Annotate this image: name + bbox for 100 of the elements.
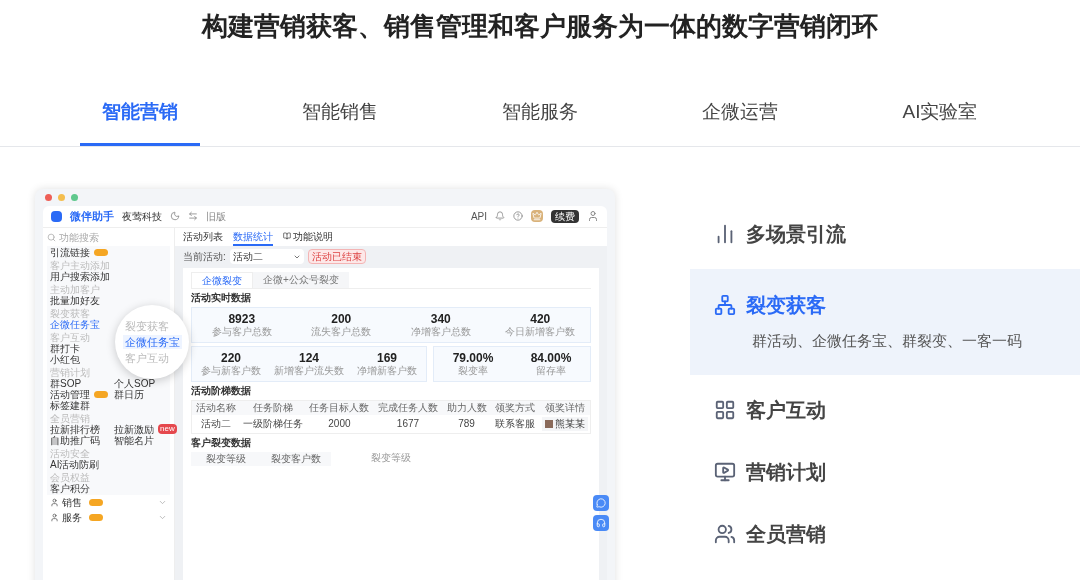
sidebar-item[interactable]: 客户积分 [50, 482, 90, 494]
stat-value: 200 [331, 311, 352, 326]
page-tab[interactable]: 活动列表 [183, 228, 223, 246]
sidebar-item[interactable]: 拉新排行榜 [50, 423, 100, 435]
feature-item[interactable]: 多场景引流 [690, 202, 1080, 265]
stat-label: 净增客户总数 [410, 325, 471, 338]
person-icon [50, 497, 59, 507]
feature-icon [714, 460, 736, 483]
feature-icon [714, 522, 736, 545]
stat-label: 净增新客户数 [357, 364, 417, 377]
logo-icon [51, 210, 62, 222]
page-tab[interactable]: 数据统计 [233, 228, 273, 246]
feature-item[interactable]: 裂变获客 群活动、企微任务宝、群裂变、一客一码 [690, 268, 1080, 375]
feature-icon [714, 398, 736, 421]
stat-label: 流失客户总数 [311, 325, 372, 338]
status-tag: 活动已结束 [307, 249, 366, 264]
table-cell-text: 2000 [327, 416, 352, 431]
sidebar-item[interactable]: 活动管理 [50, 388, 90, 400]
column-header: 完成任务人数 [373, 400, 443, 415]
table-cell-text: 联系客服 [494, 416, 537, 431]
sidebar-item[interactable]: 自助推广码 [50, 434, 100, 446]
help-icon[interactable] [513, 211, 523, 221]
zoomed-menu-label: 裂变获客 [124, 318, 170, 333]
group-header: 裂变获客 [50, 307, 90, 319]
stat-value: 84.00% [530, 350, 572, 365]
sidebar-item[interactable]: AI活动防刷 [50, 458, 100, 470]
section-tab[interactable]: 智能服务 [480, 98, 600, 146]
feature-item[interactable]: 客户互动 [690, 378, 1080, 441]
table-cell-text: 活动二 [200, 416, 233, 431]
column-header: 任务阶梯 [240, 400, 306, 415]
switch-icon [188, 211, 198, 221]
search-field[interactable]: 功能搜索 [59, 231, 129, 244]
feature-title: 营销计划 [746, 459, 826, 485]
winner-chip: 熊某某 [541, 416, 588, 431]
feature-item[interactable]: 营销计划 [690, 440, 1080, 503]
stat-label: 今日新增客户数 [505, 325, 576, 338]
sidebar-item[interactable]: 群SOP [50, 377, 82, 389]
sidebar-item[interactable]: 个人SOP [114, 377, 156, 389]
api-link[interactable]: API [470, 208, 487, 224]
section-tab[interactable]: AI实验室 [880, 98, 1000, 146]
sidebar-item[interactable]: 引流链接 [50, 246, 90, 258]
stat-value: 79.00% [452, 350, 494, 365]
stat-value: 220 [221, 350, 241, 365]
brand-name: 微伴助手 [70, 208, 114, 224]
table-cell-text: 一级阶梯任务 [241, 416, 304, 431]
table-cell-text: 1677 [395, 416, 421, 431]
column-header: 裂变等级 [191, 451, 261, 466]
page-tab[interactable]: 功能说明 [283, 228, 333, 246]
sidebar-item[interactable]: 智能名片 [114, 434, 154, 446]
sidebar-item[interactable]: 标签建群 [50, 399, 90, 411]
feature-item[interactable]: 全员营销 [690, 502, 1080, 565]
section-title: 活动阶梯数据 [191, 384, 252, 397]
sidebar-item[interactable]: 拉新激励 [114, 423, 154, 435]
renew-button[interactable]: 续费 [551, 209, 579, 223]
section-tab[interactable]: 企微运营 [680, 98, 800, 146]
column-header: 助力人数 [442, 400, 491, 415]
theme-icon[interactable] [170, 211, 180, 221]
stat-label: 裂变率 [458, 364, 488, 377]
column-header: 领奖方式 [490, 400, 540, 415]
stat-label: 参与客户总数 [211, 325, 272, 338]
column-header: 裂变客户数 [261, 451, 331, 466]
section-tab[interactable]: 智能营销 [80, 98, 200, 146]
table-cell-text: 789 [457, 416, 476, 431]
stat-label: 新增客户流失数 [274, 364, 344, 377]
company-name: 夜莺科技 [122, 209, 162, 224]
section-title: 客户裂变数据 [191, 436, 252, 449]
bell-icon[interactable] [495, 211, 505, 221]
stat-value: 124 [299, 350, 319, 365]
sidebar-item[interactable]: 群打卡 [50, 342, 80, 354]
old-version-link[interactable]: 旧版 [206, 208, 226, 224]
column-header: 领奖详情 [539, 400, 590, 415]
stat-value: 8923 [228, 311, 256, 326]
column-header: 活动名称 [192, 400, 241, 415]
stat-value: 340 [430, 311, 451, 326]
person-icon [50, 512, 59, 522]
feature-title: 全员营销 [746, 521, 826, 547]
sidebar-item[interactable]: 群日历 [114, 388, 144, 400]
feature-icon [714, 294, 736, 317]
activity-select[interactable]: 活动二 [229, 249, 304, 264]
book-icon [283, 232, 291, 240]
sidebar-item[interactable]: 批量加好友 [50, 294, 100, 306]
sidebar-item[interactable]: 小红包 [50, 353, 80, 365]
filter-label: 当前活动: [183, 250, 226, 264]
card-tab[interactable]: 企微裂变 [191, 271, 253, 288]
nav-item[interactable]: 销售 [62, 496, 82, 508]
avatar-icon[interactable] [587, 210, 599, 222]
sidebar-item[interactable]: 用户搜索添加 [50, 270, 110, 282]
card-tab[interactable]: 企微+公众号裂变 [253, 271, 349, 288]
chart-label: 裂变等级 [371, 451, 411, 465]
section-tab[interactable]: 智能销售 [280, 98, 400, 146]
new-badge: new [158, 424, 177, 434]
feature-title: 裂变获客 [746, 293, 826, 319]
nav-item[interactable]: 服务 [62, 511, 82, 523]
zoomed-menu-label: 客户互动 [124, 350, 170, 365]
stat-value: 169 [377, 350, 397, 365]
search-icon [47, 233, 56, 242]
column-header: 任务目标人数 [305, 400, 374, 415]
zoomed-menu-label: 企微任务宝 [123, 334, 182, 349]
headline: 构建营销获客、销售管理和客户服务为一体的数字营销闭环 [200, 10, 879, 43]
sidebar-item[interactable]: 企微任务宝 [50, 318, 100, 330]
